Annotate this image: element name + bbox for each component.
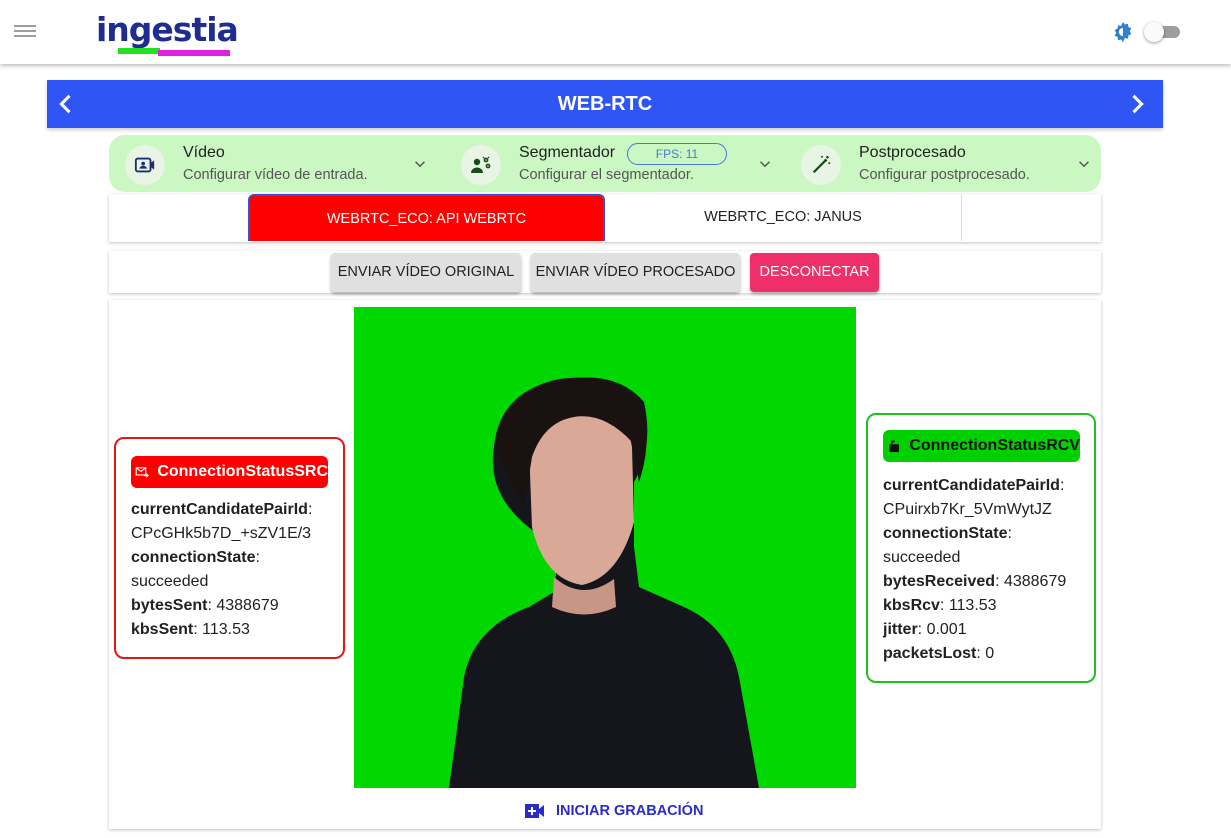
status-src-header: ConnectionStatusSRC xyxy=(131,456,328,488)
config-video-title: Vídeo xyxy=(183,144,225,161)
brightness-icon[interactable] xyxy=(1112,21,1134,43)
field-value: 4388679 xyxy=(216,597,279,614)
status-src-title: ConnectionStatusSRC xyxy=(157,463,328,480)
field-row: bytesReceived: 4388679 xyxy=(883,573,1067,590)
field-value: succeeded xyxy=(131,573,209,590)
config-video-subtitle: Configurar vídeo de entrada. xyxy=(183,167,368,183)
field-key: bytesSent xyxy=(131,597,208,614)
config-segmenter-subtitle: Configurar el segmentador. xyxy=(519,167,694,183)
send-processed-button[interactable]: ENVIAR VÍDEO PROCESADO xyxy=(531,253,740,292)
tab-api-webrtc[interactable]: WEBRTC_ECO: API WEBRTC xyxy=(248,194,605,241)
field-value: 113.53 xyxy=(948,597,997,614)
config-postprocess-title: Postprocesado xyxy=(859,144,966,161)
chevron-down-icon[interactable] xyxy=(756,155,774,173)
dark-mode-toggle[interactable] xyxy=(1144,22,1182,42)
mailbox-icon xyxy=(889,440,899,452)
field-key: kbsSent xyxy=(131,621,194,638)
magic-wand-icon xyxy=(801,145,841,185)
fps-chip: FPS: 11 xyxy=(627,143,727,165)
disconnect-button[interactable]: DESCONECTAR xyxy=(750,253,879,292)
field-row: connectionState: xyxy=(883,525,1012,542)
field-key: currentCandidatePairId xyxy=(883,477,1060,494)
start-recording-label: INICIAR GRABACIÓN xyxy=(556,803,704,819)
field-value: CPcGHk5b7D_+sZV1E/3 xyxy=(131,525,312,542)
field-key: connectionState xyxy=(131,549,256,566)
person-silhouette xyxy=(354,307,856,788)
field-row: currentCandidatePairId: xyxy=(883,477,1065,494)
config-segmenter-title: Segmentador xyxy=(519,144,616,161)
config-postprocess[interactable]: Postprocesado Configurar postprocesado. xyxy=(785,135,1101,192)
config-segmenter[interactable]: Segmentador Configurar el segmentador. F… xyxy=(445,135,785,192)
main-card: ConnectionStatusSRC currentCandidatePair… xyxy=(109,300,1101,829)
field-key: currentCandidatePairId xyxy=(131,501,308,518)
page-title: WEB-RTC xyxy=(557,93,653,115)
field-row: kbsRcv: 113.53 xyxy=(883,597,997,614)
field-row: kbsSent: 113.53 xyxy=(131,621,250,638)
segmenter-icon xyxy=(461,145,501,185)
logo-text: ingestia xyxy=(96,10,239,49)
field-value: 4388679 xyxy=(1003,573,1067,590)
field-row: bytesSent: 4388679 xyxy=(131,597,279,614)
field-key: jitter xyxy=(883,621,918,638)
chevron-down-icon[interactable] xyxy=(1075,155,1093,173)
tab-janus[interactable]: WEBRTC_ECO: JANUS xyxy=(605,194,962,241)
page-header: WEB-RTC xyxy=(47,80,1163,128)
config-bar: Vídeo Configurar vídeo de entrada. Segme… xyxy=(109,135,1101,192)
video-account-icon xyxy=(125,145,165,185)
field-key: connectionState xyxy=(883,525,1008,542)
field-row: connectionState: xyxy=(131,549,260,566)
field-value: succeeded xyxy=(883,549,961,566)
video-plus-icon xyxy=(525,804,544,818)
mail-send-icon xyxy=(135,467,149,478)
status-rcv-title: ConnectionStatusRCV xyxy=(909,437,1080,454)
menu-icon[interactable] xyxy=(14,22,36,42)
field-key: bytesReceived xyxy=(883,573,996,590)
video-preview xyxy=(354,307,856,788)
logo[interactable]: ingestia xyxy=(96,10,239,58)
field-row: currentCandidatePairId: xyxy=(131,501,313,518)
config-postprocess-subtitle: Configurar postprocesado. xyxy=(859,167,1030,183)
start-recording-button[interactable]: INICIAR GRABACIÓN xyxy=(524,800,703,822)
logo-underline xyxy=(118,48,230,56)
app-bar: ingestia xyxy=(0,0,1231,64)
field-row: packetsLost: 0 xyxy=(883,645,995,662)
config-video[interactable]: Vídeo Configurar vídeo de entrada. xyxy=(109,135,445,192)
field-value: 113.53 xyxy=(202,621,250,638)
chevron-down-icon[interactable] xyxy=(411,155,429,173)
field-value: 0 xyxy=(985,645,995,662)
field-value: CPuirxb7Kr_5VmWytJZ xyxy=(883,501,1052,518)
tabs-bar: WEBRTC_ECO: API WEBRTC WEBRTC_ECO: JANUS xyxy=(109,194,1101,242)
connection-status-rcv: ConnectionStatusRCV currentCandidatePair… xyxy=(866,413,1096,683)
field-row: jitter: 0.001 xyxy=(883,621,967,638)
connection-status-src: ConnectionStatusSRC currentCandidatePair… xyxy=(114,437,345,659)
actions-bar: ENVIAR VÍDEO ORIGINAL ENVIAR VÍDEO PROCE… xyxy=(109,251,1101,293)
status-rcv-header: ConnectionStatusRCV xyxy=(883,430,1080,462)
send-original-button[interactable]: ENVIAR VÍDEO ORIGINAL xyxy=(331,253,521,292)
field-value: 0.001 xyxy=(926,621,967,638)
chevron-right-icon[interactable] xyxy=(1123,90,1151,118)
field-key: kbsRcv xyxy=(883,597,940,614)
field-key: packetsLost xyxy=(883,645,977,662)
